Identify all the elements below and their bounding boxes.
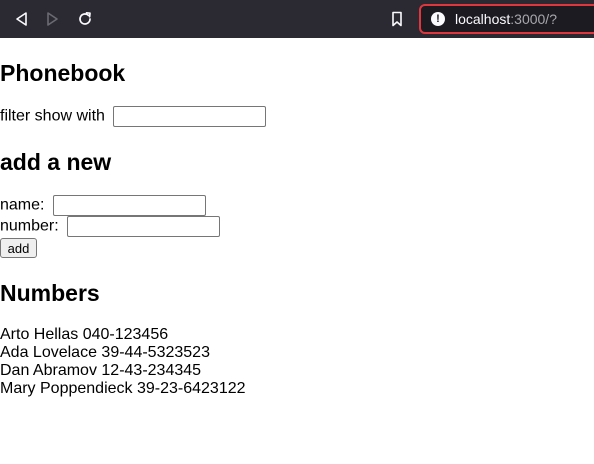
browser-toolbar: ! localhost:3000/? [0, 0, 594, 38]
list-item: Ada Lovelace 39-44-5323523 [0, 344, 246, 362]
number-input[interactable] [67, 216, 221, 237]
person-number: 39-23-6423122 [136, 380, 246, 397]
list-item: Arto Hellas 040-123456 [0, 326, 246, 344]
person-name: Ada Lovelace [0, 344, 97, 361]
forward-button[interactable] [43, 9, 63, 29]
forward-icon [47, 12, 58, 26]
name-input[interactable] [52, 195, 206, 216]
filter-label: filter show with [0, 107, 105, 125]
person-name: Mary Poppendieck [0, 380, 133, 397]
url-text: localhost:3000/? [455, 11, 557, 27]
page-content: Phonebook filter show with add a new nam… [0, 38, 594, 464]
filter-input[interactable] [113, 106, 267, 127]
number-row: number: [0, 216, 221, 237]
url-path: :3000/? [510, 11, 557, 27]
filter-row: filter show with [0, 106, 267, 127]
url-host: localhost [455, 11, 511, 27]
add-new-heading: add a new [0, 149, 112, 175]
back-button[interactable] [11, 9, 31, 29]
name-label: name: [0, 196, 45, 214]
person-name: Arto Hellas [0, 326, 79, 343]
back-icon [16, 12, 27, 26]
bookmark-icon [392, 11, 402, 27]
person-list: Arto Hellas 040-123456 Ada Lovelace 39-4… [0, 326, 246, 398]
person-number: 39-44-5323523 [101, 344, 210, 361]
list-item: Mary Poppendieck 39-23-6423122 [0, 380, 246, 398]
url-bar[interactable]: ! localhost:3000/? [419, 4, 594, 34]
number-label: number: [0, 217, 59, 235]
numbers-heading: Numbers [0, 280, 100, 306]
person-number: 040-123456 [82, 326, 169, 343]
page-title: Phonebook [0, 60, 126, 86]
list-item: Dan Abramov 12-43-234345 [0, 362, 246, 380]
info-icon[interactable]: ! [431, 12, 445, 26]
reload-button[interactable] [75, 9, 95, 29]
reload-icon [79, 11, 91, 25]
bookmark-button[interactable] [387, 9, 407, 29]
person-name: Dan Abramov [0, 362, 97, 379]
name-row: name: [0, 195, 206, 216]
person-number: 12-43-234345 [101, 362, 202, 379]
add-button[interactable]: add [0, 238, 37, 258]
